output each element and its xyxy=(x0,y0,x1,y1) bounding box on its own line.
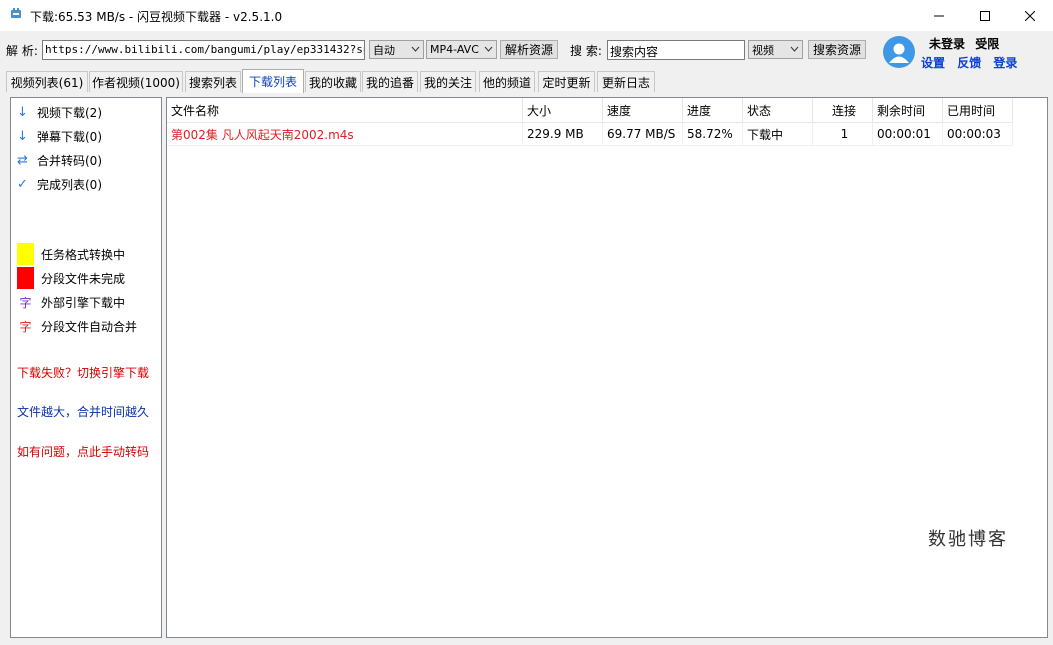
minimize-button[interactable] xyxy=(916,0,962,31)
tab-my-following[interactable]: 我的关注 xyxy=(420,71,476,92)
check-icon: ✓ xyxy=(17,176,28,192)
legend-label: 外部引擎下载中 xyxy=(41,295,126,310)
column-header-filename[interactable]: 文件名称 xyxy=(167,98,523,122)
search-button[interactable]: 搜索资源 xyxy=(808,40,866,59)
cell-remaining: 00:00:01 xyxy=(873,123,943,146)
login-status: 未登录 受限 xyxy=(929,35,999,52)
download-table: 文件名称 大小 速度 进度 状态 连接 剩余时间 已用时间 第002集 凡人风起… xyxy=(166,97,1048,638)
tab-my-favorites[interactable]: 我的收藏 xyxy=(305,71,361,92)
search-type-value: 视频 xyxy=(752,43,774,57)
maximize-button[interactable] xyxy=(962,0,1008,31)
merge-time-note: 文件越大，合并时间越久 xyxy=(17,405,150,419)
sidebar-item-label: 弹幕下载(0) xyxy=(37,129,102,144)
column-header-status[interactable]: 状态 xyxy=(743,98,813,122)
quality-select[interactable]: 自动 xyxy=(369,40,424,59)
column-header-speed[interactable]: 速度 xyxy=(603,98,683,122)
search-input[interactable]: 搜索内容 xyxy=(607,40,745,60)
legend-label: 任务格式转换中 xyxy=(41,247,126,262)
user-links: 设置 反馈 登录 xyxy=(921,54,1017,71)
column-header-elapsed[interactable]: 已用时间 xyxy=(943,98,1013,122)
sidebar-item-merge-transcode[interactable]: ⇄ 合并转码(0) xyxy=(17,150,102,170)
sidebar: ↓ 视频下载(2) ↓ 弹幕下载(0) ⇄ 合并转码(0) ✓ 完成列表(0) … xyxy=(10,97,162,638)
sidebar-item-label: 视频下载(2) xyxy=(37,105,102,120)
chevron-down-icon xyxy=(411,46,420,52)
manual-transcode-link[interactable]: 如有问题，点此手动转码 xyxy=(17,443,149,460)
settings-link[interactable]: 设置 xyxy=(921,56,945,70)
table-header: 文件名称 大小 速度 进度 状态 连接 剩余时间 已用时间 xyxy=(167,98,1013,123)
tab-author-videos[interactable]: 作者视频(1000) xyxy=(89,71,183,92)
legend-segment-incomplete: 分段文件未完成 xyxy=(17,267,125,289)
window-title: 下载:65.53 MB/s - 闪豆视频下载器 - v2.5.1.0 xyxy=(30,10,283,24)
legend-auto-merge: 字 分段文件自动合并 xyxy=(17,315,137,337)
switch-engine-link[interactable]: 下载失败？切换引擎下载 xyxy=(17,364,149,381)
login-status-text: 未登录 xyxy=(929,37,966,51)
yellow-swatch xyxy=(17,243,34,265)
column-header-progress[interactable]: 进度 xyxy=(683,98,743,122)
legend-label: 分段文件未完成 xyxy=(41,271,126,286)
cell-progress: 58.72% xyxy=(683,123,743,146)
sidebar-item-label: 完成列表(0) xyxy=(37,177,102,192)
cell-speed: 69.77 MB/S xyxy=(603,123,683,146)
feedback-link[interactable]: 反馈 xyxy=(957,56,981,70)
title-bar: 下载:65.53 MB/s - 闪豆视频下载器 - v2.5.1.0 xyxy=(0,0,1053,31)
sidebar-item-video-download[interactable]: ↓ 视频下载(2) xyxy=(17,102,102,122)
cell-elapsed: 00:00:03 xyxy=(943,123,1013,146)
chevron-down-icon xyxy=(484,46,493,52)
parse-button[interactable]: 解析资源 xyxy=(500,40,558,59)
download-arrow-icon: ↓ xyxy=(17,104,28,120)
url-input[interactable]: https://www.bilibili.com/bangumi/play/ep… xyxy=(42,40,365,60)
tab-video-list[interactable]: 视频列表(61) xyxy=(6,71,88,92)
app-logo-icon xyxy=(11,8,21,18)
close-button[interactable] xyxy=(1007,0,1053,31)
login-link[interactable]: 登录 xyxy=(993,56,1017,70)
column-header-size[interactable]: 大小 xyxy=(523,98,603,122)
legend-format-converting: 任务格式转换中 xyxy=(17,243,125,265)
format-select[interactable]: MP4-AVC xyxy=(426,40,497,59)
sidebar-item-completed[interactable]: ✓ 完成列表(0) xyxy=(17,174,102,194)
cell-status: 下载中 xyxy=(743,123,813,146)
tab-scheduled-update[interactable]: 定时更新 xyxy=(538,71,595,92)
sidebar-item-danmaku-download[interactable]: ↓ 弹幕下载(0) xyxy=(17,126,102,146)
tab-their-channel[interactable]: 他的频道 xyxy=(479,71,535,92)
red-char-icon: 字 xyxy=(19,319,32,334)
search-type-select[interactable]: 视频 xyxy=(748,40,803,59)
maximize-icon xyxy=(980,10,990,21)
cell-filename: 第002集 凡人风起天南2002.m4s xyxy=(167,123,523,146)
user-avatar-icon xyxy=(889,43,909,63)
chevron-down-icon xyxy=(790,46,799,52)
legend-label: 分段文件自动合并 xyxy=(41,319,138,334)
download-arrow-icon: ↓ xyxy=(17,128,28,144)
tab-changelog[interactable]: 更新日志 xyxy=(597,71,655,92)
legend-external-engine: 字 外部引擎下载中 xyxy=(17,291,125,313)
cell-size: 229.9 MB xyxy=(523,123,603,146)
merge-arrows-icon: ⇄ xyxy=(17,152,28,168)
format-select-value: MP4-AVC xyxy=(430,43,479,56)
red-swatch xyxy=(17,267,34,289)
column-header-connections[interactable]: 连接 xyxy=(813,98,873,122)
cell-connections: 1 xyxy=(813,123,873,146)
search-label: 搜 索: xyxy=(570,44,602,58)
close-icon xyxy=(1025,10,1035,21)
quality-select-value: 自动 xyxy=(373,43,395,57)
tab-download-list[interactable]: 下载列表 xyxy=(242,69,304,93)
column-header-remaining[interactable]: 剩余时间 xyxy=(873,98,943,122)
parse-label: 解 析: xyxy=(6,44,38,58)
limit-status-text: 受限 xyxy=(975,37,1000,51)
tab-my-bangumi[interactable]: 我的追番 xyxy=(362,71,418,92)
minimize-icon xyxy=(934,15,944,16)
avatar[interactable] xyxy=(883,36,915,68)
purple-char-icon: 字 xyxy=(19,295,32,310)
watermark-text: 数驰博客 xyxy=(928,529,1008,550)
tab-search-list[interactable]: 搜索列表 xyxy=(185,71,241,92)
sidebar-item-label: 合并转码(0) xyxy=(37,153,102,168)
